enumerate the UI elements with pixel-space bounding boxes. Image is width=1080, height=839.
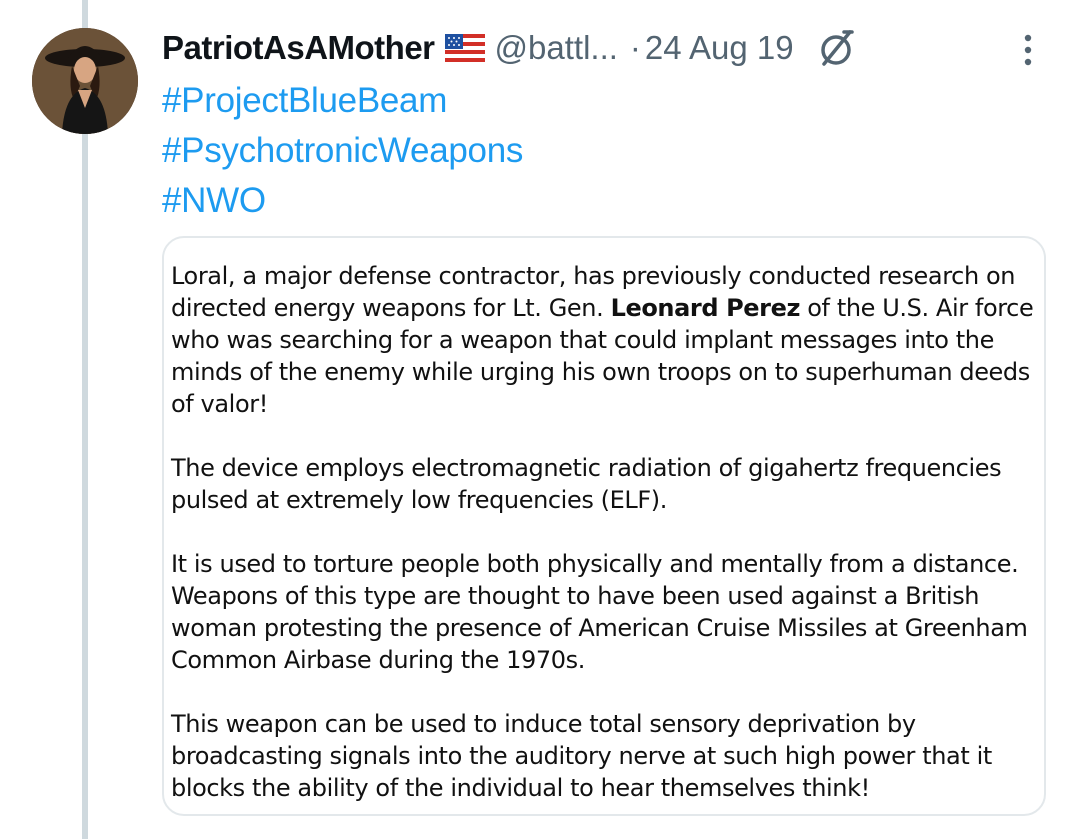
author-handle[interactable]: @battl... <box>495 29 618 67</box>
avatar[interactable] <box>32 28 138 134</box>
image-paragraph-2: The device employs electromagnetic radia… <box>171 454 1002 514</box>
image-paragraph-4: This weapon can be used to induce total … <box>171 710 992 802</box>
hashtag-link[interactable]: #NWO <box>162 176 523 226</box>
us-flag-icon <box>444 34 485 62</box>
image-text-content: Loral, a major defense contractor, has p… <box>168 242 1040 810</box>
image-paragraph-3: It is used to torture people both physic… <box>171 550 1028 674</box>
more-vertical-icon[interactable] <box>1016 30 1040 70</box>
hashtag-list: #ProjectBlueBeam #PsychotronicWeapons #N… <box>162 76 523 226</box>
p1-bold-name: Leonard Perez <box>610 294 801 322</box>
separator-dot: · <box>629 29 641 66</box>
author-name[interactable]: PatriotAsAMother <box>162 29 435 67</box>
edited-icon[interactable] <box>814 26 858 70</box>
attached-image[interactable]: Loral, a major defense contractor, has p… <box>162 236 1046 816</box>
avatar-image <box>32 28 138 134</box>
image-paragraph-1: Loral, a major defense contractor, has p… <box>171 260 1036 420</box>
tweet-header: PatriotAsAMother @battl... · 24 Aug 19 <box>162 26 1040 70</box>
hashtag-link[interactable]: #PsychotronicWeapons <box>162 126 523 176</box>
hashtag-link[interactable]: #ProjectBlueBeam <box>162 76 523 126</box>
tweet-date[interactable]: 24 Aug 19 <box>645 29 794 67</box>
